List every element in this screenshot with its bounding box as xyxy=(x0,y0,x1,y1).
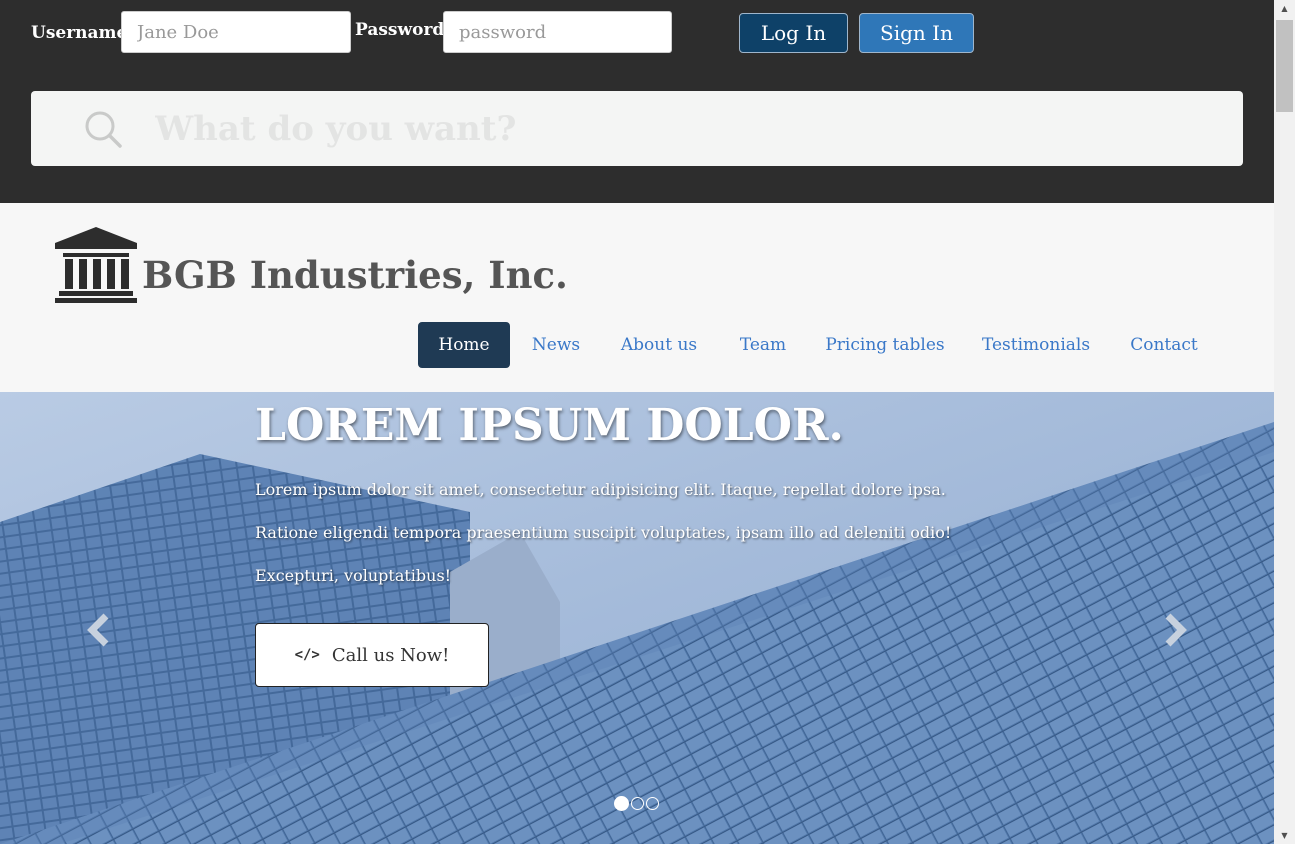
nav-news[interactable]: News xyxy=(526,322,586,368)
call-us-button[interactable]: </> Call us Now! xyxy=(255,623,489,687)
chevron-left-icon[interactable] xyxy=(84,610,114,650)
search-input[interactable] xyxy=(155,91,1215,166)
hero-description: Lorem ipsum dolor sit amet, consectetur … xyxy=(255,480,952,585)
search-bar xyxy=(31,91,1243,166)
top-bar: Username: Password: Log In Sign In xyxy=(0,0,1274,203)
hero-carousel: LOREM IPSUM DOLOR. Lorem ipsum dolor sit… xyxy=(0,392,1274,844)
log-in-button[interactable]: Log In xyxy=(739,13,848,53)
site-header: BGB Industries, Inc. Home News About us … xyxy=(0,203,1274,392)
building-background-image xyxy=(0,392,1274,844)
scrollbar-thumb[interactable] xyxy=(1276,20,1293,112)
scroll-down-arrow-icon[interactable]: ▼ xyxy=(1274,827,1295,844)
chevron-right-icon[interactable] xyxy=(1160,610,1190,650)
carousel-dot-2[interactable] xyxy=(631,797,644,810)
nav-about-us[interactable]: About us xyxy=(614,322,704,368)
carousel-indicators xyxy=(614,796,659,811)
carousel-dot-1[interactable] xyxy=(614,796,629,811)
hero-title: LOREM IPSUM DOLOR. xyxy=(255,400,844,451)
call-us-label: Call us Now! xyxy=(331,644,450,666)
nav-testimonials[interactable]: Testimonials xyxy=(976,322,1096,368)
password-input[interactable] xyxy=(443,11,672,53)
nav-pricing-tables[interactable]: Pricing tables xyxy=(822,322,948,368)
password-label: Password: xyxy=(355,20,451,40)
nav-contact[interactable]: Contact xyxy=(1124,322,1204,368)
bank-icon[interactable] xyxy=(55,227,137,303)
vertical-scrollbar[interactable]: ▲ ▼ xyxy=(1274,0,1295,844)
username-label: Username: xyxy=(31,23,134,43)
username-input[interactable] xyxy=(121,11,351,53)
nav-team[interactable]: Team xyxy=(732,322,794,368)
nav-home[interactable]: Home xyxy=(418,322,510,368)
brand-name[interactable]: BGB Industries, Inc. xyxy=(142,253,568,297)
carousel-dot-3[interactable] xyxy=(646,797,659,810)
sign-in-button[interactable]: Sign In xyxy=(859,13,974,53)
scroll-up-arrow-icon[interactable]: ▲ xyxy=(1274,0,1295,17)
search-icon[interactable] xyxy=(83,109,123,149)
code-icon: </> xyxy=(294,647,320,663)
page: Username: Password: Log In Sign In BGB I… xyxy=(0,0,1274,844)
